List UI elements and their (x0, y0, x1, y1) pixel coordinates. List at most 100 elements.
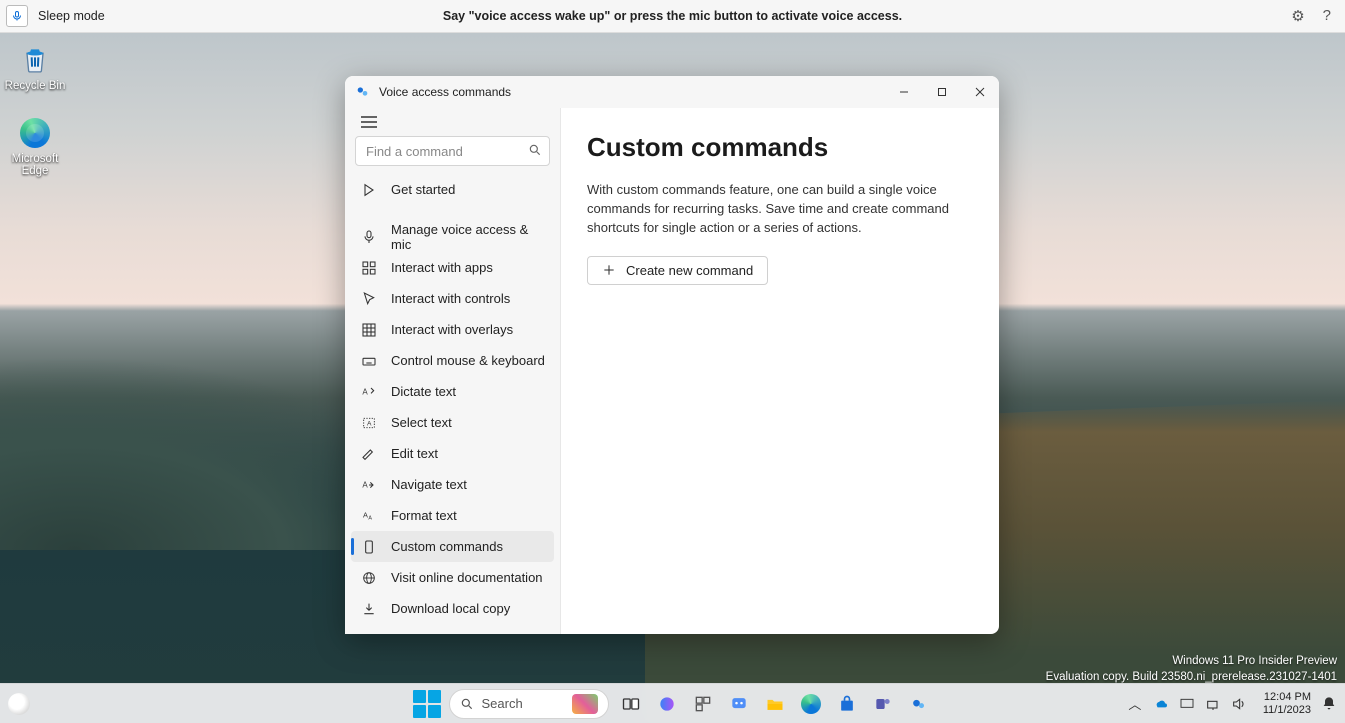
widgets-button[interactable] (689, 690, 717, 718)
weather-icon (8, 693, 30, 715)
page-heading: Custom commands (587, 132, 973, 163)
microsoft-edge-icon[interactable]: Microsoft Edge (0, 115, 70, 177)
copilot-button[interactable] (653, 690, 681, 718)
svg-text:A: A (362, 387, 368, 396)
close-button[interactable] (961, 76, 999, 108)
navigate-icon: A (361, 477, 377, 493)
teams-button[interactable] (869, 690, 897, 718)
minimize-button[interactable] (885, 76, 923, 108)
file-explorer-button[interactable] (761, 690, 789, 718)
play-icon (361, 182, 377, 198)
weather-widget[interactable] (8, 693, 30, 715)
store-button[interactable] (833, 690, 861, 718)
svg-text:A: A (362, 480, 368, 489)
dictate-icon: A (361, 384, 377, 400)
taskbar-search[interactable]: Search (449, 689, 609, 719)
desktop-watermark: Windows 11 Pro Insider Preview Evaluatio… (1046, 653, 1337, 685)
language-icon[interactable] (1179, 696, 1195, 712)
recycle-bin-icon[interactable]: Recycle Bin (0, 42, 70, 92)
nav-get-started[interactable]: Get started (351, 174, 554, 205)
keyboard-icon (361, 353, 377, 369)
app-icon (355, 84, 371, 100)
sidebar: Get started Manage voice access & mic In… (345, 108, 561, 634)
window-title: Voice access commands (379, 85, 511, 99)
maximize-button[interactable] (923, 76, 961, 108)
nav-interact-apps[interactable]: Interact with apps (351, 252, 554, 283)
overlay-grid-icon (361, 322, 377, 338)
nav-navigate-text[interactable]: A Navigate text (351, 469, 554, 500)
search-input[interactable] (355, 136, 550, 166)
search-highlight-icon (572, 694, 598, 714)
nav-download-copy[interactable]: Download local copy (351, 593, 554, 624)
edge-label: Microsoft Edge (0, 153, 70, 177)
nav-visit-docs[interactable]: Visit online documentation (351, 562, 554, 593)
edge-taskbar-button[interactable] (797, 690, 825, 718)
download-icon (361, 601, 377, 617)
nav-label: Interact with overlays (391, 322, 513, 337)
edit-icon (361, 446, 377, 462)
custom-icon (361, 539, 377, 555)
mic-button[interactable] (6, 5, 28, 27)
nav-interact-overlays[interactable]: Interact with overlays (351, 314, 554, 345)
watermark-line1: Windows 11 Pro Insider Preview (1046, 653, 1337, 669)
help-icon[interactable]: ? (1323, 7, 1331, 25)
nav-label: Interact with controls (391, 291, 510, 306)
nav-label: Download local copy (391, 601, 510, 616)
menu-icon (361, 116, 377, 128)
search-icon (460, 697, 474, 711)
nav-label: Edit text (391, 446, 438, 461)
svg-text:A: A (368, 515, 372, 521)
nav-interact-controls[interactable]: Interact with controls (351, 283, 554, 314)
clock-time: 12:04 PM (1263, 691, 1311, 704)
voice-access-commands-window: Voice access commands Get started (345, 76, 999, 634)
nav-format-text[interactable]: AA Format text (351, 500, 554, 531)
settings-icon[interactable]: ⚙ (1291, 7, 1304, 25)
nav-label: Navigate text (391, 477, 467, 492)
tray-overflow-icon[interactable]: ︿ (1127, 696, 1143, 712)
select-text-icon: A (361, 415, 377, 431)
recycle-bin-label: Recycle Bin (0, 80, 70, 92)
onedrive-icon[interactable] (1153, 696, 1169, 712)
start-button[interactable] (413, 690, 441, 718)
taskbar-search-label: Search (482, 696, 523, 711)
titlebar[interactable]: Voice access commands (345, 76, 999, 108)
content-pane: Custom commands With custom commands fea… (561, 108, 999, 634)
nav-dictate-text[interactable]: A Dictate text (351, 376, 554, 407)
system-tray: ︿ 12:04 PM 11/1/2023 (1127, 691, 1337, 716)
nav-label: Manage voice access & mic (391, 222, 546, 252)
voice-hint-text: Say "voice access wake up" or press the … (443, 9, 902, 23)
nav-label: Get started (391, 182, 455, 197)
edge-icon (17, 115, 53, 151)
taskbar: Search ︿ 12:04 PM 11/1/2023 (0, 683, 1345, 723)
nav-manage-mic[interactable]: Manage voice access & mic (351, 221, 554, 252)
nav-label: Dictate text (391, 384, 456, 399)
format-icon: AA (361, 508, 377, 524)
search-box[interactable] (355, 136, 550, 166)
taskbar-clock[interactable]: 12:04 PM 11/1/2023 (1263, 691, 1311, 716)
nav-edit-text[interactable]: Edit text (351, 438, 554, 469)
volume-icon[interactable] (1231, 696, 1247, 712)
plus-icon (602, 263, 616, 277)
clock-date: 11/1/2023 (1263, 704, 1311, 717)
nav-label: Control mouse & keyboard (391, 353, 545, 368)
create-button-label: Create new command (626, 263, 753, 278)
hamburger-button[interactable] (355, 116, 383, 128)
task-view-button[interactable] (617, 690, 645, 718)
search-icon (528, 143, 542, 157)
svg-text:A: A (367, 420, 372, 427)
voice-access-bar: Sleep mode Say "voice access wake up" or… (0, 0, 1345, 33)
voice-access-taskbar-button[interactable] (905, 690, 933, 718)
network-icon[interactable] (1205, 696, 1221, 712)
nav-select-text[interactable]: A Select text (351, 407, 554, 438)
nav-label: Custom commands (391, 539, 503, 554)
mic-icon (11, 10, 23, 22)
notifications-icon[interactable] (1321, 696, 1337, 712)
grid-icon (361, 260, 377, 276)
svg-text:A: A (363, 510, 368, 519)
nav-custom-commands[interactable]: Custom commands (351, 531, 554, 562)
voice-status-text: Sleep mode (38, 9, 105, 23)
chat-button[interactable] (725, 690, 753, 718)
nav-mouse-keyboard[interactable]: Control mouse & keyboard (351, 345, 554, 376)
create-new-command-button[interactable]: Create new command (587, 256, 768, 285)
mic-icon (361, 229, 377, 245)
